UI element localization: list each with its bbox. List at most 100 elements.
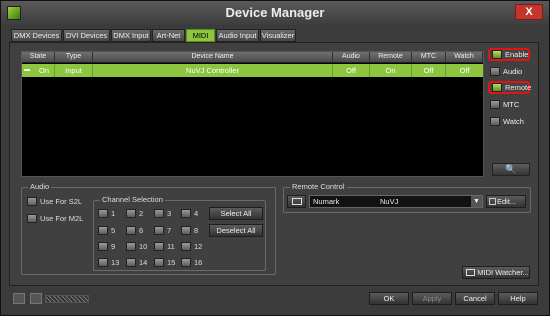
- enable-led-icon: [492, 50, 502, 59]
- watch-led-icon: [490, 117, 500, 126]
- channel-checkbox-12[interactable]: 12: [181, 241, 202, 252]
- col-mtc[interactable]: MTC: [412, 52, 446, 62]
- open-icon[interactable]: [13, 293, 25, 304]
- device-table[interactable]: State Type Device Name Audio Remote MTC …: [21, 51, 484, 177]
- tab-dmx-input[interactable]: DMX Input: [111, 29, 151, 42]
- channel-label: 4: [194, 209, 199, 218]
- table-row[interactable]: ▬ On Input NuVJ Controller Off On Off Of…: [22, 64, 483, 77]
- col-state[interactable]: State: [22, 52, 55, 62]
- channel-led-icon: [126, 258, 136, 267]
- cell-device-name: NuVJ Controller: [93, 64, 333, 77]
- channel-led-icon: [154, 209, 164, 218]
- channel-led-icon: [126, 242, 136, 251]
- tab-midi[interactable]: MIDI: [186, 29, 215, 42]
- mtc-toggle[interactable]: MTC: [488, 98, 530, 111]
- ok-button[interactable]: OK: [369, 292, 409, 305]
- col-audio[interactable]: Audio: [333, 52, 370, 62]
- tab-art-net[interactable]: Art-Net: [152, 29, 185, 42]
- close-button[interactable]: X: [515, 4, 543, 20]
- channel-checkbox-3[interactable]: 3: [154, 208, 171, 219]
- channel-label: 12: [194, 242, 203, 251]
- midi-watcher-button[interactable]: MIDI Watcher...: [462, 266, 530, 279]
- cell-type: Input: [55, 64, 93, 77]
- channel-led-icon: [181, 209, 191, 218]
- channel-led-icon: [154, 258, 164, 267]
- channel-checkbox-7[interactable]: 7: [154, 225, 171, 236]
- mtc-led-icon: [490, 100, 500, 109]
- channel-checkbox-11[interactable]: 11: [154, 241, 175, 252]
- remote-control-select[interactable]: Numark NuVJ ▼: [309, 195, 483, 208]
- save-icon[interactable]: [30, 293, 42, 304]
- audio-toggle[interactable]: Audio: [488, 65, 530, 78]
- s2l-label: Use For S2L: [40, 197, 83, 206]
- watch-toggle[interactable]: Watch: [488, 115, 530, 128]
- channel-checkbox-14[interactable]: 14: [126, 257, 147, 268]
- m2l-label: Use For M2L: [40, 214, 84, 223]
- use-for-m2l-checkbox[interactable]: Use For M2L: [27, 213, 83, 224]
- channel-label: 3: [167, 209, 172, 218]
- channel-checkbox-4[interactable]: 4: [181, 208, 198, 219]
- deselect-all-button[interactable]: Deselect All: [209, 224, 263, 237]
- channel-led-icon: [181, 226, 191, 235]
- state-value: On: [38, 66, 49, 75]
- col-type[interactable]: Type: [55, 52, 93, 62]
- edit-button[interactable]: Edit...: [486, 195, 526, 208]
- col-remote[interactable]: Remote: [370, 52, 412, 62]
- remote-toggle[interactable]: Remote: [488, 81, 531, 94]
- tab-dvi-devices[interactable]: DVI Devices: [63, 29, 110, 42]
- edit-label: Edit...: [497, 197, 517, 206]
- remote-control-title: Remote Control: [290, 182, 347, 191]
- channel-led-icon: [126, 209, 136, 218]
- channel-label: 5: [111, 226, 116, 235]
- watch-label: Watch: [503, 117, 524, 126]
- channel-checkbox-16[interactable]: 16: [181, 257, 202, 268]
- channel-led-icon: [98, 226, 108, 235]
- channel-checkbox-2[interactable]: 2: [126, 208, 143, 219]
- open-folder-button[interactable]: [287, 195, 306, 208]
- channel-led-icon: [154, 226, 164, 235]
- channel-label: 8: [194, 226, 199, 235]
- progress-placeholder: [45, 295, 89, 303]
- audio-label: Audio: [503, 67, 523, 76]
- channel-label: 11: [167, 242, 175, 251]
- channel-led-icon: [126, 226, 136, 235]
- channel-label: 15: [167, 258, 176, 267]
- audio-group-title: Audio: [28, 182, 52, 191]
- manufacturer-value: Numark: [313, 197, 340, 206]
- channel-checkbox-1[interactable]: 1: [98, 208, 115, 219]
- select-all-button[interactable]: Select All: [209, 207, 263, 220]
- channel-label: 10: [139, 242, 148, 251]
- cell-state: ▬ On: [22, 64, 55, 77]
- apply-button[interactable]: Apply: [412, 292, 452, 305]
- cell-watch: Off: [459, 66, 470, 75]
- tab-audio-input[interactable]: Audio Input: [216, 29, 259, 42]
- channel-checkbox-13[interactable]: 13: [98, 257, 119, 268]
- channel-label: 16: [194, 258, 203, 267]
- channel-checkbox-9[interactable]: 9: [98, 241, 115, 252]
- channel-checkbox-6[interactable]: 6: [126, 225, 143, 236]
- use-for-s2l-checkbox[interactable]: Use For S2L: [27, 196, 82, 207]
- row-arrow-icon: ▬: [24, 67, 30, 73]
- col-watch[interactable]: Watch: [446, 52, 483, 62]
- cancel-button[interactable]: Cancel: [455, 292, 495, 305]
- search-icon: 🔍: [505, 164, 517, 174]
- enable-toggle[interactable]: Enable: [488, 48, 530, 61]
- col-device-name[interactable]: Device Name: [93, 52, 333, 62]
- remote-led-icon: [492, 83, 502, 92]
- tab-visualizer[interactable]: Visualizer: [260, 29, 296, 42]
- audio-led-icon: [490, 67, 500, 76]
- edit-icon: [489, 198, 496, 205]
- enable-label: Enable: [505, 50, 529, 59]
- cell-audio: Off: [333, 64, 370, 77]
- channel-checkbox-8[interactable]: 8: [181, 225, 198, 236]
- folder-icon: [291, 198, 302, 205]
- channel-label: 1: [111, 209, 116, 218]
- tab-dmx-devices[interactable]: DMX Devices: [11, 29, 62, 42]
- channel-checkbox-5[interactable]: 5: [98, 225, 115, 236]
- channel-checkbox-15[interactable]: 15: [154, 257, 175, 268]
- table-header: State Type Device Name Audio Remote MTC …: [22, 52, 483, 63]
- channel-checkbox-10[interactable]: 10: [126, 241, 147, 252]
- channel-label: 7: [167, 226, 172, 235]
- search-button[interactable]: 🔍: [492, 163, 530, 176]
- help-button[interactable]: Help: [498, 292, 538, 305]
